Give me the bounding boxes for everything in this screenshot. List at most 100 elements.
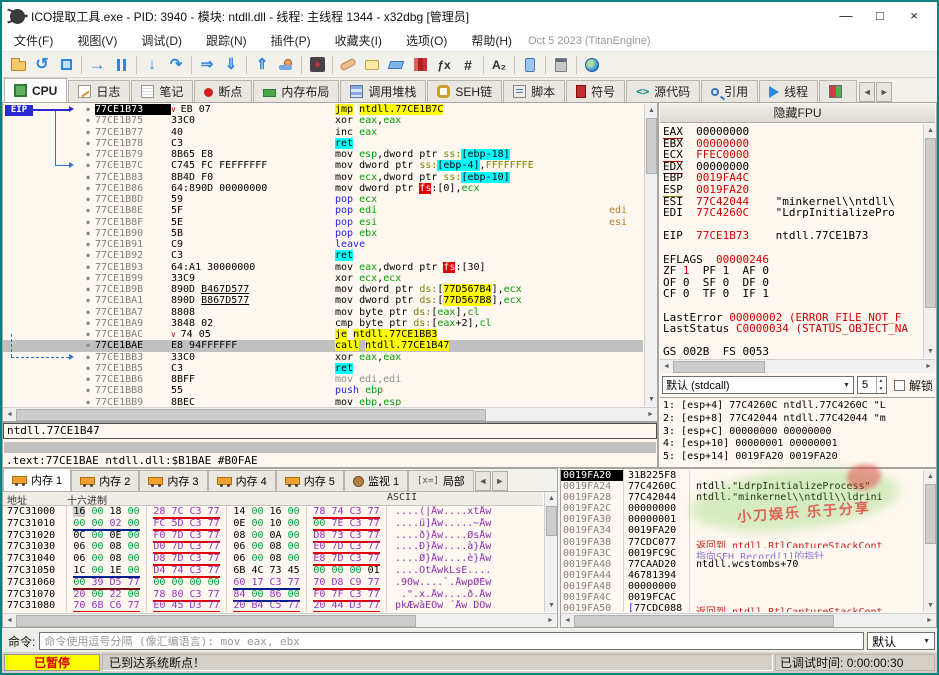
menu-item-1[interactable]: 视图(V): [65, 30, 129, 52]
dump-row[interactable]: 77C31010 00 00 02 00 FC 5D C3 77 0E 00 10 0…: [3, 517, 543, 531]
breakpoint-dot-icon[interactable]: ●: [81, 385, 95, 396]
breakpoint-dot-icon[interactable]: ●: [81, 250, 95, 261]
breakpoint-dot-icon[interactable]: ●: [81, 172, 95, 183]
dump-tab-内存 2[interactable]: 内存 2: [71, 470, 140, 491]
breakpoint-dot-icon[interactable]: ●: [81, 115, 95, 126]
breakpoint-list-icon[interactable]: [408, 54, 432, 76]
scroll-thumb[interactable]: [925, 484, 936, 544]
command-input[interactable]: [39, 632, 864, 650]
breakpoint-dot-icon[interactable]: ●: [81, 352, 95, 363]
stack-row[interactable]: 0019FA38 77CDC077 返回到 ntdll.RtlCaptureStac…: [561, 536, 922, 548]
registers-vertical-scrollbar[interactable]: ▲ ▼: [923, 124, 936, 358]
scroll-up-icon[interactable]: ▲: [645, 104, 658, 117]
step-out-icon[interactable]: ⇑: [250, 54, 274, 76]
scroll-thumb[interactable]: [925, 138, 936, 308]
breakpoint-dot-icon[interactable]: ●: [81, 329, 95, 340]
menu-item-7[interactable]: 帮助(H): [459, 30, 524, 52]
step-into-icon[interactable]: ↓: [140, 54, 164, 76]
dump-row[interactable]: 77C31060 00 39 D5 77 00 00 00 00 60 17 C3 7…: [3, 576, 543, 590]
stack-row[interactable]: 0019FA40 77CAAD20 ntdll.wcstombs+70: [561, 558, 922, 570]
scroll-thumb[interactable]: [673, 360, 765, 373]
argument-line[interactable]: 5: [esp+14] 0019FA20 0019FA20: [663, 451, 935, 464]
tab-scroll-right-button[interactable]: ►: [876, 82, 893, 102]
breakpoint-dot-icon[interactable]: ●: [81, 149, 95, 160]
dump-row[interactable]: 77C31000 16 00 18 00 28 7C C3 77 14 00 16 0…: [3, 506, 543, 519]
disasm-row[interactable]: ● 77CE1BB5 C3 ret: [3, 362, 643, 374]
menu-item-3[interactable]: 跟踪(N): [194, 30, 259, 52]
address-info-box[interactable]: ntdll.77CE1B47: [3, 423, 657, 439]
maximize-button[interactable]: □: [863, 5, 897, 27]
argument-line[interactable]: 4: [esp+10] 00000001 00000001: [663, 438, 935, 451]
menu-item-4[interactable]: 插件(P): [259, 30, 323, 52]
scroll-up-icon[interactable]: ▲: [924, 470, 937, 483]
tab-CPU[interactable]: CPU: [4, 78, 68, 102]
calling-convention-dropdown[interactable]: 默认 (stdcall) ▼: [662, 376, 854, 394]
label-icon[interactable]: [384, 54, 408, 76]
disasm-row[interactable]: ● 77CE1B75 33C0 xor eax,eax: [3, 115, 643, 126]
run-to-selection-icon[interactable]: ⇒: [195, 54, 219, 76]
register-line[interactable]: LastStatus C0000034 (STATUS_OBJECT_NA: [663, 323, 922, 335]
scroll-right-icon[interactable]: ►: [544, 614, 557, 627]
stack-row[interactable]: 0019FA24 77C4260C ntdll."LdrpInitializePro…: [561, 481, 922, 493]
restart-icon[interactable]: ↺: [30, 54, 54, 76]
breakpoint-dot-icon[interactable]: ●: [81, 217, 95, 228]
dump-vertical-scrollbar[interactable]: ▲ ▼: [544, 492, 557, 612]
spider-icon[interactable]: [305, 54, 329, 76]
disasm-row[interactable]: ● 77CE1B77 40 inc eax: [3, 127, 643, 138]
scroll-down-icon[interactable]: ▼: [924, 345, 937, 358]
stack-row[interactable]: 0019FA2C 00000000: [561, 503, 922, 515]
breakpoint-dot-icon[interactable]: ●: [81, 374, 95, 385]
breakpoint-dot-icon[interactable]: ●: [81, 273, 95, 284]
breakpoint-dot-icon[interactable]: ●: [81, 205, 95, 216]
scroll-left-icon[interactable]: ◄: [561, 614, 574, 627]
breakpoint-dot-icon[interactable]: ●: [81, 194, 95, 205]
scroll-down-icon[interactable]: ▼: [645, 393, 658, 406]
open-file-icon[interactable]: [6, 54, 30, 76]
scroll-left-icon[interactable]: ◄: [660, 360, 673, 373]
tab-线程[interactable]: 线程: [759, 80, 819, 102]
stack-row[interactable]: 0019FA34 0019FA20: [561, 525, 922, 537]
tab-符号[interactable]: 符号: [566, 80, 626, 102]
argument-list[interactable]: 1: [esp+4] 77C4260C ntdll.77C4260C "L 2: …: [660, 397, 935, 466]
disasm-row[interactable]: ● 77CE1B91 C9 leave: [3, 239, 643, 250]
stack-row[interactable]: 0019FA3C 0019FC9C 指向SEH_Record[1]的指针: [561, 547, 922, 559]
registers-horizontal-scrollbar[interactable]: ◄ ►: [660, 359, 935, 373]
globe-icon[interactable]: [580, 54, 604, 76]
argument-line[interactable]: 1: [esp+4] 77C4260C ntdll.77C4260C "L: [663, 400, 935, 413]
disasm-row[interactable]: ● 77CE1B7C C745 FC FEFFFFFF mov dword ptr s…: [3, 160, 643, 172]
disasm-row[interactable]: ● 77CE1B86 64:890D 00000000 mov dword ptr f…: [3, 182, 643, 194]
register-line[interactable]: EDI 77C4260C "LdrpInitializePro: [663, 207, 922, 219]
breakpoint-dot-icon[interactable]: ●: [81, 284, 95, 295]
disasm-row[interactable]: ● 77CE1BA9 3848 02 cmp byte ptr ds:[eax+2],…: [3, 318, 643, 329]
dump-row[interactable]: 77C31080 70 6B C6 77 E0 45 D3 77 20 B4 C5 7…: [3, 600, 543, 612]
stack-row[interactable]: 0019FA48 00000000: [561, 580, 922, 593]
argument-count-spinner[interactable]: 5 ▲ ▼: [856, 376, 887, 394]
dump-tab-局部[interactable]: [x=] 局部: [408, 470, 474, 491]
disasm-row[interactable]: ● 77CE1BAC ∨ 74 05 je ntdll.77CE1BB3: [3, 329, 643, 340]
run-to-user-code-icon[interactable]: [274, 54, 298, 76]
disasm-row[interactable]: ● 77CE1B8D 59 pop ecx: [3, 194, 643, 205]
scroll-left-icon[interactable]: ◄: [3, 408, 16, 421]
calculator-icon[interactable]: [549, 54, 573, 76]
trace-into-icon[interactable]: ⇓: [219, 54, 243, 76]
disasm-row[interactable]: ● 77CE1B8E 5F pop edi edi: [3, 205, 643, 216]
menu-item-6[interactable]: 选项(O): [394, 30, 459, 52]
disasm-row[interactable]: ● 77CE1BB6 8BFF mov edi,edi: [3, 374, 643, 385]
unlock-checkbox[interactable]: [893, 379, 905, 391]
stack-row[interactable]: 0019FA50 [77CDC088返回到 ntdll.RtlCaptureSta…: [561, 603, 922, 612]
disasm-row[interactable]: ● 77CE1B83 8B4D F0 mov ecx,dword ptr ss:[eb…: [3, 171, 643, 183]
register-list[interactable]: EAX 00000000 EBX 00000000 ECX FFEC0000 EDX …: [663, 126, 922, 358]
dump-row[interactable]: 77C31020 0C 00 0E 00 F0 7D C3 77 08 00 0A 0…: [3, 529, 543, 543]
scroll-up-icon[interactable]: ▲: [545, 492, 558, 505]
breakpoint-dot-icon[interactable]: ●: [81, 160, 95, 171]
dump-tab-内存 5[interactable]: 内存 5: [275, 470, 344, 491]
patch-icon[interactable]: [336, 54, 360, 76]
breakpoint-dot-icon[interactable]: ●: [81, 318, 95, 329]
dump-row[interactable]: 77C31070 20 00 22 00 78 80 C3 77 84 00 86 0…: [3, 588, 543, 602]
tab-调用堆栈[interactable]: 调用堆栈: [340, 80, 427, 102]
disasm-row[interactable]: ● 77CE1BA7 8808 mov byte ptr ds:[eax],cl: [3, 307, 643, 318]
az-icon[interactable]: A₂: [487, 54, 511, 76]
breakpoint-dot-icon[interactable]: ●: [81, 104, 95, 115]
disasm-row[interactable]: ● 77CE1BAE E8 94FFFFFF call ntdll.77CE1B47: [3, 340, 643, 352]
stack-row[interactable]: 0019FA4C 0019FCAC: [561, 592, 922, 604]
